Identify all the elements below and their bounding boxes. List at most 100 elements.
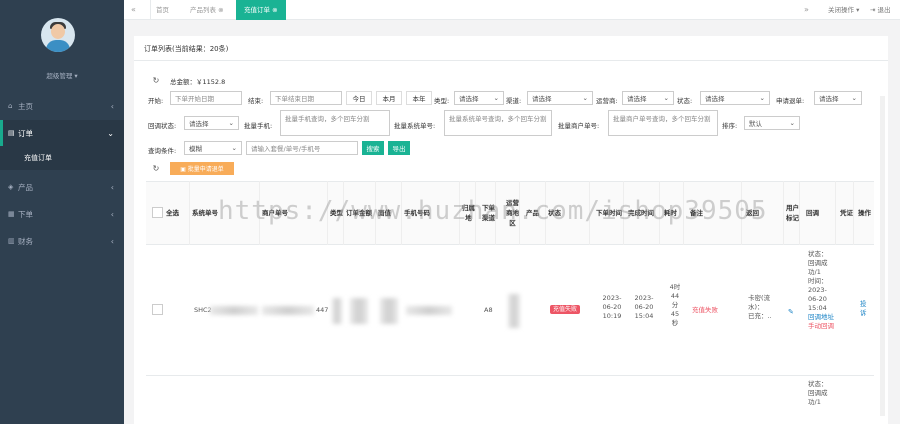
batch-phone-label: 批量手机: [244,122,273,130]
channel-select[interactable]: 请选择 ⌄ [527,91,593,105]
sidebar-item-products[interactable]: ◈ 产品 ‹ [0,174,124,200]
chevron-left-icon: ‹ [110,182,114,192]
tab-recharge-orders[interactable]: 充值订单 ⊗ [236,0,286,20]
chevron-down-icon: ⌄ [851,94,857,102]
status-select[interactable]: 请选择 ⌄ [700,91,770,105]
table-scrollbar[interactable] [880,96,885,416]
refresh-icon[interactable]: ↻ [150,162,162,174]
redacted-amount [350,298,368,324]
carrier-select[interactable]: 请选择 ⌄ [622,91,674,105]
redacted-merchant-no [262,306,314,315]
start-date-input[interactable]: 下单开始日期 [170,91,242,105]
panel-title: 订单列表(当前结果：20条) [144,45,229,53]
manual-callback-link[interactable]: 手动回调 [808,322,840,331]
edit-mark-icon[interactable]: ✎ [788,308,794,317]
order-list-panel: 订单列表(当前结果：20条) ↻ 总金额：￥1152.8 开始: 下单开始日期 … [134,36,888,424]
sidebar-item-orders[interactable]: ▤ 订单 ⌄ [0,120,124,146]
chevron-down-icon: ⌄ [582,94,588,102]
th-callback: 回调 [806,181,836,245]
this-month-button[interactable]: 本月 [376,91,402,105]
row-remark: 充值失败 [692,306,718,314]
complaint-link[interactable]: 投诉 [860,300,870,318]
redacted-system-no [210,306,258,315]
refund-request-select[interactable]: 请选择 ⌄ [814,91,862,105]
export-button[interactable]: 导出 [388,141,410,155]
user-avatar[interactable] [41,18,75,52]
batch-refund-button[interactable]: ▣ 批量申请退单 [170,162,234,175]
total-amount: 总金额：￥1152.8 [170,78,226,86]
redacted-region [508,294,520,328]
row-callback: 状态： 回调成 功/1 时间： 2023- 06-20 15:04 回调地址 手动回调 [808,250,840,331]
end-date-label: 结束: [248,97,264,105]
select-all-checkbox[interactable] [152,207,163,218]
chevron-down-icon: ⌄ [107,128,114,138]
chevron-down-icon: ⌄ [663,94,669,102]
batch-mchno-textarea[interactable]: 批量商户单号查询，多个回车分割 [608,110,718,136]
tab-product-list[interactable]: 产品列表 ⊗ [190,0,224,20]
tab-home[interactable]: 首页 [156,0,169,20]
row-order-time: 2023- 06-20 10:19 [602,294,622,320]
order-icon: ▤ [8,129,15,137]
batch-sysno-textarea[interactable]: 批量系统单号查询，多个回车分割 [444,110,552,136]
type-label: 类型: [434,97,450,105]
callback-status-label: 回调状态: [148,122,177,130]
refresh-icon[interactable]: ↻ [150,74,162,86]
watermark: https://www.huzhan.com/ishop39505 [218,196,768,226]
row2-callback: 状态： 回调成 功/1 [808,380,828,406]
callback-url-link[interactable]: 回调地址 [808,313,840,322]
search-button[interactable]: 搜索 [362,141,384,155]
refund-request-label: 申请退单: [776,97,805,105]
chevron-down-icon: ⌄ [759,94,765,102]
batch-phone-textarea[interactable]: 批量手机查询，多个回车分割 [280,110,390,136]
username-dropdown[interactable]: 超级管理 ▾ [0,70,124,80]
status-badge: 充值失败 [550,305,581,314]
cart-icon: ▦ [8,210,15,218]
chevron-left-icon: ‹ [110,236,114,246]
chevron-down-icon: ⌄ [228,119,234,127]
chevron-down-icon: ⌄ [493,94,499,102]
th-select-all: 全选 [166,181,190,245]
top-tab-bar: « 首页 产品列表 ⊗ 充值订单 ⊗ » 关闭操作 ▾ ⇥ 退出 [124,0,900,20]
sidebar-subitem-recharge-orders[interactable]: 充值订单 [0,146,124,170]
query-input[interactable]: 请输入套餐/单号/手机号 [246,141,358,155]
redacted-phone [406,306,452,315]
sort-label: 排序: [722,122,738,130]
th-voucher: 凭证 [840,181,854,245]
row-checkbox[interactable] [152,304,163,315]
sort-select[interactable]: 默认 ⌄ [744,116,800,130]
type-select[interactable]: 请选择 ⌄ [454,91,504,105]
chevron-down-icon: ⌄ [231,144,237,152]
tabs-scroll-right-icon[interactable]: » [804,0,809,20]
cube-icon: ◈ [8,183,14,191]
redacted-type [332,298,342,324]
row-area: A8 [484,306,493,314]
sidebar-item-home[interactable]: ⌂ 主页 ‹ [0,93,124,119]
chevron-left-icon: ‹ [110,101,114,111]
sidebar-item-place-order[interactable]: ▦ 下单 ‹ [0,201,124,227]
home-icon: ⌂ [8,102,13,110]
row-finish-time: 2023- 06-20 15:04 [634,294,654,320]
chevron-left-icon: ‹ [110,209,114,219]
th-actions: 操作 [858,209,871,217]
row-return: 卡密(流 水)： 已充：.. [748,294,772,320]
chevron-down-icon: ⌄ [789,119,795,127]
row-status: 充值失败 [550,305,581,314]
row-duration: 4时 44 分 45 秒 [669,283,681,327]
tabs-scroll-left-icon[interactable]: « [131,0,136,20]
th-user-mark: 用户标记 [786,181,800,245]
this-year-button[interactable]: 本年 [406,91,432,105]
finance-icon: ▥ [8,237,15,245]
callback-status-select[interactable]: 请选择 ⌄ [184,116,239,130]
batch-mchno-label: 批量商户单号: [558,122,600,130]
sidebar-item-finance[interactable]: ▥ 财务 ‹ [0,228,124,254]
logout-button[interactable]: ⇥ 退出 [870,0,891,20]
status-label: 状态: [677,97,693,105]
redacted-face-value [380,298,398,324]
end-date-input[interactable]: 下单结束日期 [270,91,342,105]
start-date-label: 开始: [148,97,164,105]
carrier-label: 运营商: [596,97,618,105]
close-operations-dropdown[interactable]: 关闭操作 ▾ [828,0,859,20]
today-button[interactable]: 今日 [346,91,372,105]
query-mode-select[interactable]: 模糊 ⌄ [184,141,242,155]
query-condition-label: 查询条件: [148,147,177,155]
